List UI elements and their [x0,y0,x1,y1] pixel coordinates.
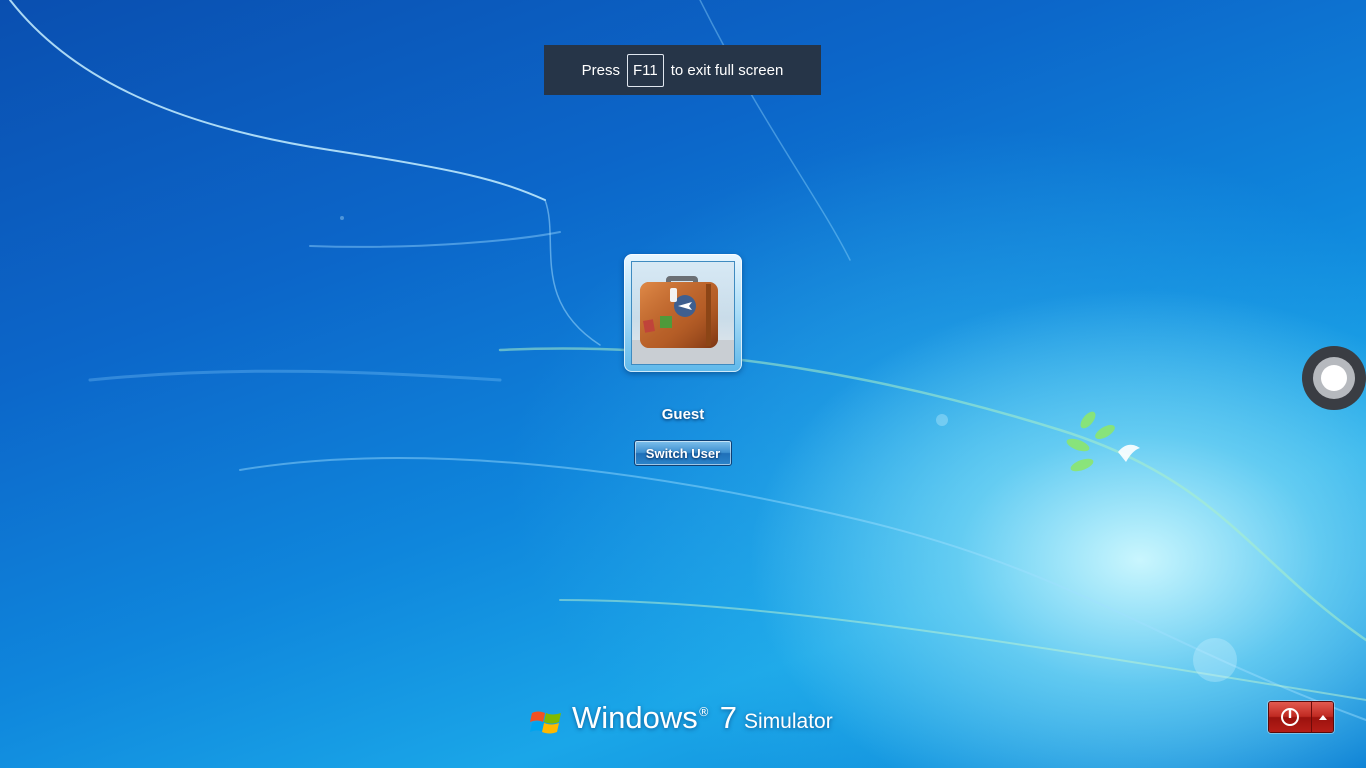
brand-registered-mark: ® [697,705,710,719]
switch-user-button[interactable]: Switch User [634,440,732,466]
touch-circle-core [1321,365,1347,391]
user-name: Guest [661,406,705,423]
user-avatar-suitcase [631,261,735,365]
fullscreen-hint-suffix: to exit full screen [670,61,784,79]
shutdown-button[interactable] [1269,702,1312,732]
wallpaper-swirls [9,0,1366,721]
brand-product: Simulator [744,710,833,733]
windows-branding: Windows ® 7 Simulator [530,700,833,746]
fullscreen-hint-prefix: Press [581,61,621,79]
user-tile[interactable] [624,254,742,372]
power-icon [1281,708,1299,726]
fullscreen-hint: Press F11 to exit full screen [544,45,821,95]
suitcase-icon [632,276,734,364]
brand-version: 7 [719,700,738,735]
shutdown-control [1268,701,1334,733]
brand-windows: Windows [572,700,698,735]
triangle-up-icon [1318,715,1327,720]
touch-circle-button[interactable] [1302,346,1366,410]
touch-circle-icon [1313,357,1355,399]
f11-key-label: F11 [627,53,664,87]
login-screen: Press F11 to exit full screen Guest Swit… [0,0,1366,768]
shutdown-options-button[interactable] [1312,702,1333,732]
windows-flag-icon [530,711,561,734]
